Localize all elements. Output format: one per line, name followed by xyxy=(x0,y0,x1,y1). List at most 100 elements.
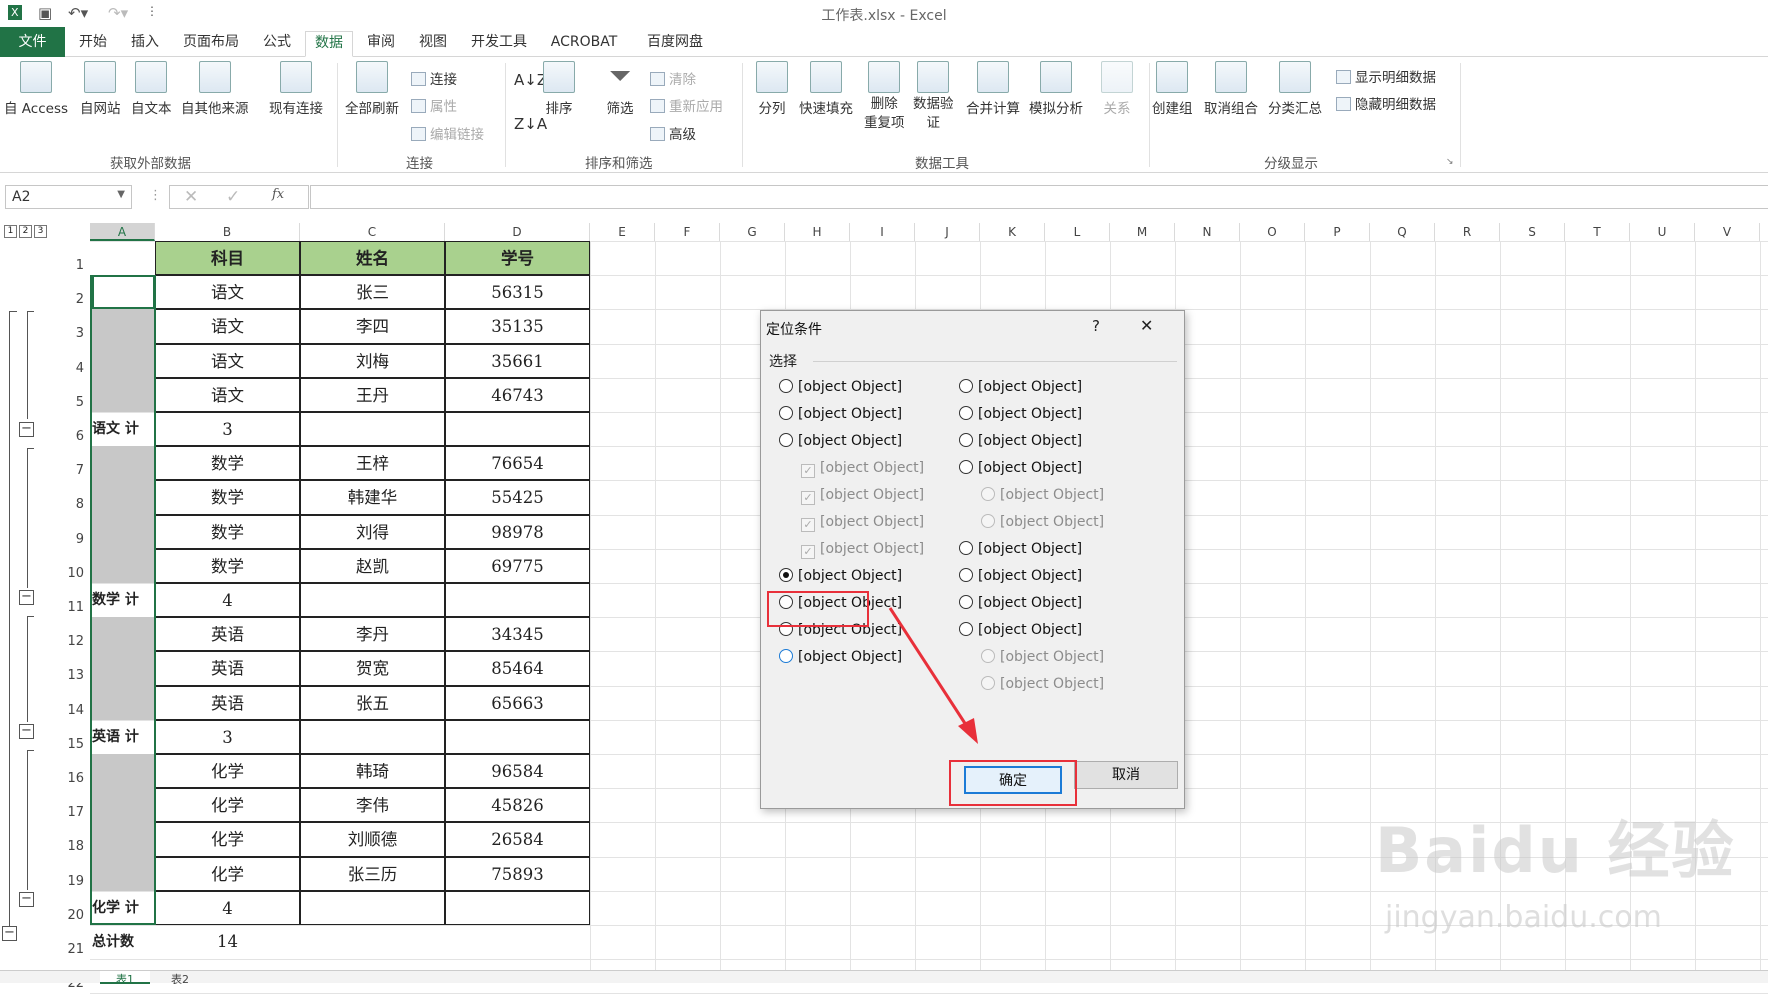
checkbox-icon[interactable]: ✓ xyxy=(801,464,815,478)
option-right-7[interactable]: [object Object] xyxy=(959,568,1082,584)
consolidate-button[interactable]: 合并计算 xyxy=(966,61,1020,117)
tab-developer[interactable]: 开发工具 xyxy=(462,31,536,57)
column-header-R[interactable]: R xyxy=(1435,223,1500,241)
option-right-0[interactable]: [object Object] xyxy=(959,379,1082,395)
cell-b[interactable]: 英语 xyxy=(155,617,300,652)
ungroup-button[interactable]: 取消组合 xyxy=(1204,61,1258,117)
cell-c[interactable] xyxy=(300,412,445,447)
outline-level-3-button[interactable]: 3 xyxy=(34,225,47,238)
row-header[interactable]: 12 xyxy=(56,634,90,649)
cell-b[interactable]: 英语 xyxy=(155,651,300,686)
outline-level-1-button[interactable]: 1 xyxy=(4,225,17,238)
row-header[interactable]: 7 xyxy=(56,463,90,478)
cell-d[interactable]: 55425 xyxy=(445,480,590,515)
cell-c[interactable] xyxy=(300,925,445,959)
cell-b[interactable]: 语文 xyxy=(155,377,300,412)
row-header[interactable]: 19 xyxy=(56,874,90,889)
tab-acrobat[interactable]: ACROBAT xyxy=(542,31,626,57)
row-header[interactable]: 5 xyxy=(56,395,90,410)
chevron-down-icon[interactable]: ▼ xyxy=(117,189,125,200)
cell-b[interactable]: 数学 xyxy=(155,548,300,583)
column-header-O[interactable]: O xyxy=(1240,223,1305,241)
column-header-N[interactable]: N xyxy=(1175,223,1240,241)
row-header[interactable]: 6 xyxy=(56,429,90,444)
row-header[interactable]: 16 xyxy=(56,771,90,786)
cell-b[interactable]: 3 xyxy=(155,719,300,754)
column-header-S[interactable]: S xyxy=(1500,223,1565,241)
cell-d[interactable]: 98978 xyxy=(445,514,590,549)
radio-icon[interactable] xyxy=(779,379,793,393)
checkbox-icon[interactable]: ✓ xyxy=(801,545,815,559)
row-header[interactable]: 13 xyxy=(56,668,90,683)
collapse-group-button[interactable]: − xyxy=(19,724,34,739)
cell-c[interactable]: 刘梅 xyxy=(300,343,445,378)
cell-d[interactable]: 65663 xyxy=(445,685,590,720)
cell-c[interactable]: 刘顺德 xyxy=(300,822,445,857)
cell-b[interactable]: 4 xyxy=(155,890,300,925)
option-right-2[interactable]: [object Object] xyxy=(959,433,1082,449)
option-right-3[interactable]: [object Object] xyxy=(959,460,1082,476)
row-header[interactable]: 9 xyxy=(56,532,90,547)
cell-c[interactable]: 张三历 xyxy=(300,856,445,891)
cell-c[interactable]: 李伟 xyxy=(300,788,445,823)
cell-b[interactable]: 语文 xyxy=(155,275,300,310)
edit-links-button[interactable]: 编辑链接 xyxy=(411,123,484,143)
cell-b[interactable]: 英语 xyxy=(155,685,300,720)
connections-button[interactable]: 连接 xyxy=(411,68,457,88)
row-header[interactable]: 3 xyxy=(56,326,90,341)
radio-icon[interactable] xyxy=(959,406,973,420)
from-other-sources-button[interactable]: 自其他来源 xyxy=(181,61,249,117)
option-left-7[interactable]: [object Object] xyxy=(779,568,902,584)
properties-button[interactable]: 属性 xyxy=(411,95,457,115)
fx-icon[interactable]: fx xyxy=(272,187,284,202)
from-access-button[interactable]: 自 Access xyxy=(4,61,68,117)
radio-icon[interactable] xyxy=(779,568,793,582)
column-header-K[interactable]: K xyxy=(980,223,1045,241)
cell-d[interactable] xyxy=(445,412,590,447)
cell-d[interactable]: 96584 xyxy=(445,754,590,789)
column-header-A[interactable]: A xyxy=(90,223,155,241)
row-header[interactable]: 21 xyxy=(56,942,90,957)
cell-c[interactable]: 王梓 xyxy=(300,446,445,481)
row-header[interactable]: 8 xyxy=(56,497,90,512)
cell-d[interactable]: 85464 xyxy=(445,651,590,686)
refresh-all-button[interactable]: 全部刷新 xyxy=(345,61,399,117)
cell-b[interactable]: 化学 xyxy=(155,822,300,857)
column-header-F[interactable]: F xyxy=(655,223,720,241)
cell-c[interactable] xyxy=(300,890,445,925)
cell-c[interactable]: 李丹 xyxy=(300,617,445,652)
column-header-L[interactable]: L xyxy=(1045,223,1110,241)
option-left-6[interactable]: ✓ [object Object] xyxy=(801,541,924,559)
cell-c[interactable]: 李四 xyxy=(300,309,445,344)
option-left-1[interactable]: [object Object] xyxy=(779,406,902,422)
radio-icon[interactable] xyxy=(981,487,995,501)
option-right-5[interactable]: [object Object] xyxy=(981,514,1104,530)
cell-d[interactable] xyxy=(445,925,590,959)
option-right-10[interactable]: [object Object] xyxy=(981,649,1104,665)
option-left-0[interactable]: [object Object] xyxy=(779,379,902,395)
cell-b[interactable]: 化学 xyxy=(155,856,300,891)
cell-d[interactable]: 学号 xyxy=(445,241,590,276)
tab-baidu-netdisk[interactable]: 百度网盘 xyxy=(634,31,716,57)
cell-d[interactable]: 76654 xyxy=(445,446,590,481)
column-header-G[interactable]: G xyxy=(720,223,785,241)
clear-filter-button[interactable]: 清除 xyxy=(650,68,696,88)
cell-c[interactable]: 姓名 xyxy=(300,241,445,276)
cell-d[interactable]: 35661 xyxy=(445,343,590,378)
tab-data[interactable]: 数据 xyxy=(305,31,353,57)
help-icon[interactable]: ? xyxy=(1092,317,1100,335)
close-icon[interactable]: ✕ xyxy=(1140,316,1153,335)
filter-button[interactable]: ⏷ 筛选 xyxy=(604,61,636,118)
dialog-launcher-icon[interactable]: ↘ xyxy=(1446,157,1454,167)
from-web-button[interactable]: 自网站 xyxy=(80,61,121,117)
tab-insert[interactable]: 插入 xyxy=(122,31,168,57)
option-left-2[interactable]: [object Object] xyxy=(779,433,902,449)
cell-b[interactable]: 化学 xyxy=(155,788,300,823)
radio-icon[interactable] xyxy=(981,514,995,528)
row-header[interactable]: 11 xyxy=(56,600,90,615)
radio-icon[interactable] xyxy=(779,649,793,663)
cell-d[interactable]: 34345 xyxy=(445,617,590,652)
reapply-button[interactable]: 重新应用 xyxy=(650,95,723,115)
row-header[interactable]: 14 xyxy=(56,703,90,718)
tab-file[interactable]: 文件 xyxy=(0,27,65,57)
